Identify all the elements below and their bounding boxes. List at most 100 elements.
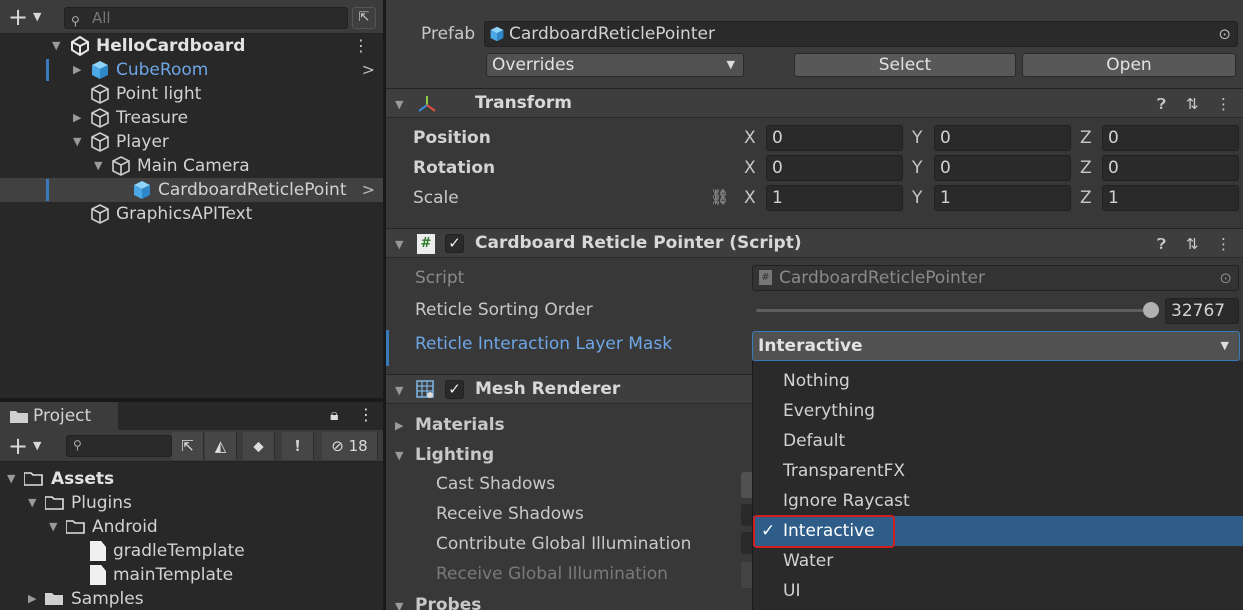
expand-arrow-icon[interactable]: ▼ — [395, 600, 403, 610]
filter-by-label-icon[interactable]: ⬥ — [243, 432, 275, 460]
axis-x-label[interactable]: X — [744, 128, 756, 148]
hierarchy-item-label: Treasure — [116, 108, 189, 128]
layer-option-water[interactable]: Water — [753, 546, 1243, 576]
layer-option-nothing[interactable]: Nothing — [753, 366, 1243, 396]
project-item-label: Assets — [51, 469, 115, 489]
axis-y-label[interactable]: Y — [912, 188, 922, 208]
expand-arrow-icon[interactable]: ▼ — [52, 34, 60, 58]
console-errors-icon[interactable]: ❗︎ — [282, 432, 314, 460]
presets-icon[interactable]: ⇅ — [1186, 95, 1199, 113]
sorting-order-field[interactable]: 32767 — [1165, 298, 1239, 324]
project-item-main-template[interactable]: mainTemplate — [0, 563, 383, 587]
chevron-right-icon[interactable]: > — [362, 178, 375, 202]
transform-header[interactable]: ▼ Transform ❓︎ ⇅ ⋮ — [386, 88, 1243, 118]
more-options-icon[interactable]: ⋮ — [1216, 235, 1231, 253]
search-by-type-button[interactable]: ⇱ — [352, 7, 376, 29]
presets-icon[interactable]: ⇅ — [1186, 235, 1199, 253]
filter-by-type-icon[interactable]: ◭ — [205, 432, 237, 460]
expand-arrow-icon[interactable]: ▼ — [7, 467, 15, 491]
component-enabled-checkbox[interactable]: ✓ — [445, 234, 464, 253]
overrides-label: Overrides — [492, 55, 575, 75]
layer-option-default[interactable]: Default — [753, 426, 1243, 456]
layer-mask-dropdown[interactable]: Interactive ▼ — [752, 331, 1240, 361]
help-icon[interactable]: ❓︎ — [1157, 95, 1166, 113]
collapse-arrow-icon[interactable]: ▼ — [395, 384, 403, 397]
expand-arrow-icon[interactable]: ▶ — [395, 419, 403, 432]
expand-arrow-icon[interactable]: ▼ — [395, 449, 403, 462]
rotation-y-field[interactable]: 0 — [934, 155, 1071, 181]
prefab-asset-field[interactable]: CardboardReticlePointer ⊙ — [484, 21, 1238, 47]
project-item-assets[interactable]: ▼ Assets — [0, 467, 383, 491]
layer-option-transparentfx[interactable]: TransparentFX — [753, 456, 1243, 486]
search-icon: ⚲ — [73, 438, 82, 452]
expand-arrow-icon[interactable]: ▼ — [94, 154, 102, 178]
rotation-x-field[interactable]: 0 — [766, 155, 903, 181]
chevron-right-icon[interactable]: > — [362, 58, 375, 82]
sorting-order-slider-thumb[interactable] — [1143, 302, 1159, 318]
unlink-scale-icon[interactable]: ⛓︎ — [710, 188, 729, 206]
create-dropdown-caret-icon[interactable]: ▼ — [33, 439, 41, 452]
axis-x-label[interactable]: X — [744, 188, 756, 208]
hierarchy-item-treasure[interactable]: ▶ Treasure — [0, 106, 383, 130]
axis-z-label[interactable]: Z — [1080, 158, 1092, 178]
hierarchy-item-graphics-api-text[interactable]: GraphicsAPIText — [0, 202, 383, 226]
layer-option-everything[interactable]: Everything — [753, 396, 1243, 426]
expand-arrow-icon[interactable]: ▶ — [73, 58, 81, 82]
script-component-header[interactable]: ▼ # ✓ Cardboard Reticle Pointer (Script)… — [386, 228, 1243, 258]
add-button[interactable]: + — [8, 4, 28, 30]
scale-x-field[interactable]: 1 — [766, 185, 903, 211]
select-button[interactable]: Select — [794, 53, 1016, 77]
axis-z-label[interactable]: Z — [1080, 188, 1092, 208]
more-options-icon[interactable]: ⋮ — [353, 34, 369, 58]
scale-z-field[interactable]: 1 — [1102, 185, 1239, 211]
expand-arrow-icon[interactable]: ▼ — [73, 130, 81, 154]
position-x-field[interactable]: 0 — [766, 125, 903, 151]
project-item-plugins[interactable]: ▼ Plugins — [0, 491, 383, 515]
rotation-z-field[interactable]: 0 — [1102, 155, 1239, 181]
hierarchy-item-reticle-pointer[interactable]: CardboardReticlePoint > — [0, 178, 383, 202]
probes-foldout[interactable]: Probes — [415, 595, 481, 610]
axis-z-label[interactable]: Z — [1080, 128, 1092, 148]
axis-x-label[interactable]: X — [744, 158, 756, 178]
materials-foldout[interactable]: Materials — [415, 415, 505, 435]
hierarchy-item-main-camera[interactable]: ▼ Main Camera — [0, 154, 383, 178]
hierarchy-item-cuberoom[interactable]: ▶ CubeRoom > — [0, 58, 383, 82]
hierarchy-item-player[interactable]: ▼ Player — [0, 130, 383, 154]
more-options-icon[interactable]: ⋮ — [1216, 95, 1231, 113]
hierarchy-search-input[interactable]: ⚲ All — [64, 7, 348, 29]
project-item-android[interactable]: ▼ Android — [0, 515, 383, 539]
lighting-foldout[interactable]: Lighting — [415, 445, 494, 465]
tab-project[interactable]: Project — [0, 402, 118, 430]
expand-arrow-icon[interactable]: ▶ — [73, 106, 81, 130]
hierarchy-item-point-light[interactable]: Point light — [0, 82, 383, 106]
help-icon[interactable]: ❓︎ — [1157, 235, 1166, 253]
hierarchy-item-scene[interactable]: ▼ HelloCardboard ⋮ — [0, 34, 383, 58]
scale-y-field[interactable]: 1 — [934, 185, 1071, 211]
selection-marker — [46, 59, 49, 81]
sorting-order-slider-track[interactable] — [756, 309, 1151, 312]
collapse-arrow-icon[interactable]: ▼ — [395, 98, 403, 111]
layer-option-ignore-raycast[interactable]: Ignore Raycast — [753, 486, 1243, 516]
axis-y-label[interactable]: Y — [912, 158, 922, 178]
more-options-icon[interactable]: ⋮ — [358, 405, 374, 424]
hidden-packages-toggle[interactable]: ⊘ 18 — [322, 432, 378, 460]
position-z-field[interactable]: 0 — [1102, 125, 1239, 151]
axis-y-label[interactable]: Y — [912, 128, 922, 148]
lock-icon[interactable]: 🔒︎ — [330, 405, 339, 425]
expand-arrow-icon[interactable]: ▶ — [28, 587, 36, 610]
position-y-field[interactable]: 0 — [934, 125, 1071, 151]
overrides-dropdown[interactable]: Overrides ▼ — [486, 53, 744, 77]
component-enabled-checkbox[interactable]: ✓ — [445, 380, 464, 399]
collapse-arrow-icon[interactable]: ▼ — [395, 238, 403, 251]
object-picker-icon[interactable]: ⊙ — [1218, 22, 1231, 46]
open-button[interactable]: Open — [1022, 53, 1236, 77]
project-item-gradle-template[interactable]: gradleTemplate — [0, 539, 383, 563]
create-button[interactable]: + — [8, 433, 28, 459]
expand-arrow-icon[interactable]: ▼ — [49, 515, 57, 539]
expand-arrow-icon[interactable]: ▼ — [28, 491, 36, 515]
project-item-samples[interactable]: ▶ Samples — [0, 587, 383, 610]
layer-option-ui[interactable]: UI — [753, 576, 1243, 606]
project-search-input[interactable]: ⚲ — [66, 435, 172, 457]
add-dropdown-caret-icon[interactable]: ▼ — [33, 10, 41, 23]
search-by-type-button[interactable]: ⇱ — [172, 432, 204, 460]
